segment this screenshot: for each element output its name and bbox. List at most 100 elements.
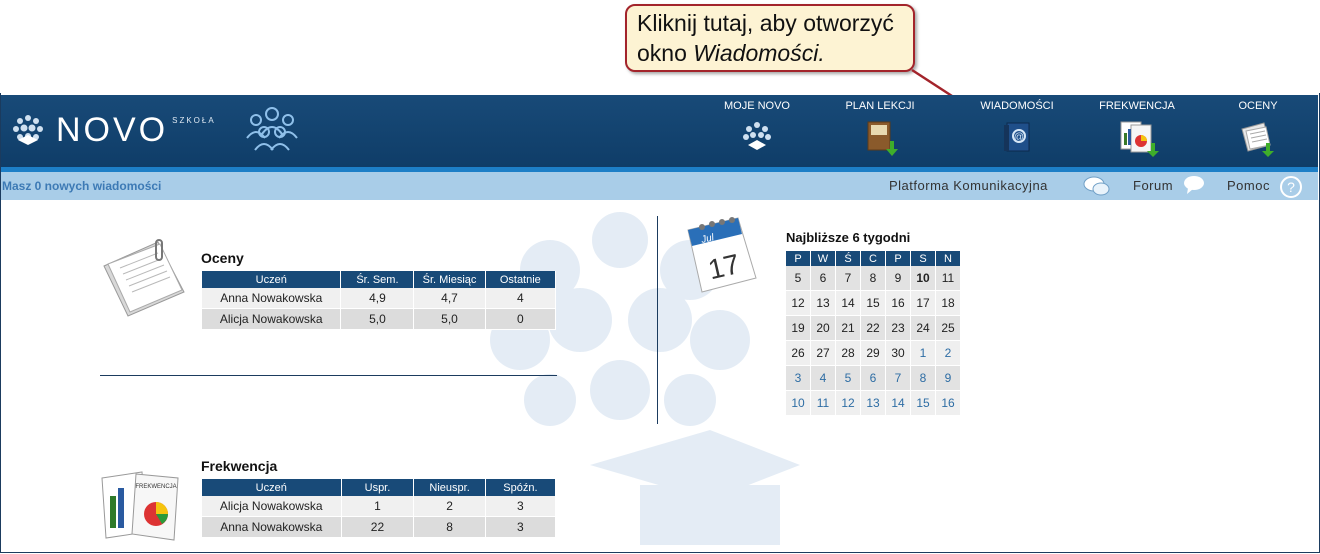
cell: 0 [485,308,557,330]
col-header: Uczeń [202,479,342,496]
calendar-day[interactable]: 23 [885,315,911,341]
grades-documents-icon [1241,122,1274,157]
student-name: Alicja Nowakowska [202,496,342,517]
calendar-day[interactable]: 19 [786,315,811,341]
calendar-title: Najbliższe 6 tygodni [786,230,911,245]
calendar-day[interactable]: 28 [835,340,861,366]
nav-oceny[interactable]: OCENY [1225,97,1291,165]
calendar-day[interactable]: 9 [935,365,961,391]
calendar-day[interactable]: 8 [910,365,936,391]
student-name: Anna Nowakowska [202,516,342,538]
weekday-header: Ś [835,251,861,266]
column-divider [657,216,658,424]
calendar-day[interactable]: 12 [786,290,811,316]
attendance-title: Frekwencja [201,458,278,474]
weekday-header: C [860,251,886,266]
help-icon[interactable]: ? [1279,175,1303,199]
svg-text:FREKWENCJA: FREKWENCJA [135,484,176,490]
help-link[interactable]: Pomoc [1227,178,1270,193]
cell: 1 [341,496,415,517]
table-row[interactable]: Anna Nowakowska 22 8 3 [202,516,557,538]
messages-book-icon: @ [1004,122,1030,152]
calendar-day[interactable]: 9 [885,266,911,291]
tooltip-callout: Kliknij tutaj, aby otworzyć okno Wiadomo… [625,4,915,72]
cell: 5,0 [340,308,415,330]
calendar-day[interactable]: 29 [860,340,886,366]
novo-logo[interactable]: NOVO SZKOŁA [8,110,216,150]
calendar-day[interactable]: 15 [910,390,936,416]
col-header: Śr. Sem. [340,271,415,288]
calendar-week: 19 20 21 22 23 24 25 [786,315,961,341]
calendar-day[interactable]: 14 [835,290,861,316]
svg-text:@: @ [1014,132,1024,143]
calendar-day[interactable]: 5 [835,365,861,391]
col-header: Uspr. [341,479,415,496]
col-header: Ostatnie [485,271,557,288]
calendar-day[interactable]: 1 [910,340,936,366]
calendar-week: 3456789 [786,365,961,391]
nav-frekwencja[interactable]: FREKWENCJA [1098,97,1176,165]
cell: 4,9 [340,288,415,309]
table-row[interactable]: Alicja Nowakowska 1 2 3 [202,496,557,517]
forum-link[interactable]: Forum [1133,178,1173,193]
attendance-chart-icon: FREKWENCJA [101,471,179,541]
table-row[interactable]: Alicja Nowakowska 5,0 5,0 0 [202,308,557,330]
calendar-week: 12 13 14 15 16 17 18 [786,290,961,316]
cell: 22 [341,516,415,538]
calendar-day[interactable]: 26 [786,340,811,366]
calendar-day[interactable]: 12 [835,390,861,416]
calendar-day[interactable]: 16 [885,290,911,316]
calendar-day[interactable]: 25 [935,315,961,341]
calendar-day[interactable]: 10 [910,266,936,291]
col-header: Uczeń [202,271,342,288]
calendar-day[interactable]: 18 [935,290,961,316]
attendance-table: Uczeń Uspr. Nieuspr. Spóźn. Alicja Nowak… [202,479,557,538]
calendar-day[interactable]: 4 [810,365,836,391]
chat-bubbles-icon[interactable] [1082,175,1112,197]
nav-moje-novo[interactable]: MOJE NOVO [722,97,792,165]
calendar-day[interactable]: 30 [885,340,911,366]
grades-documents-icon [103,239,185,317]
calendar-day[interactable]: 6 [860,365,886,391]
calendar-day[interactable]: 21 [835,315,861,341]
calendar-day[interactable]: 16 [935,390,961,416]
calendar-day[interactable]: 7 [885,365,911,391]
calendar-day[interactable]: 13 [810,290,836,316]
nav-wiadomosci[interactable]: WIADOMOŚCI @ [978,97,1056,165]
calendar-day[interactable]: 22 [860,315,886,341]
calendar-day[interactable]: 6 [810,266,836,291]
calendar-day[interactable]: 8 [860,266,886,291]
platform-link[interactable]: Platforma Komunikacyjna [889,178,1048,193]
cell: 3 [485,516,557,538]
attendance-chart-icon [1120,121,1159,157]
calendar-day[interactable]: 7 [835,266,861,291]
cell: 4,7 [413,288,486,309]
calendar-day[interactable]: 20 [810,315,836,341]
calendar-day[interactable]: 10 [786,390,811,416]
nav-plan-lekcji[interactable]: PLAN LEKCJI [843,97,917,165]
calendar-day[interactable]: 2 [935,340,961,366]
svg-text:?: ? [1287,179,1295,195]
calendar-day[interactable]: 13 [860,390,886,416]
calendar-day[interactable]: 27 [810,340,836,366]
schedule-book-icon [867,121,898,156]
calendar-day[interactable]: 5 [786,266,811,291]
nav-label: WIADOMOŚCI [980,100,1054,112]
calendar-day[interactable]: 11 [935,266,961,291]
table-row[interactable]: Anna Nowakowska 4,9 4,7 4 [202,288,557,309]
calendar-day[interactable]: 15 [860,290,886,316]
weekday-header: W [810,251,836,266]
info-bar [1,172,1318,200]
nav-label: OCENY [1238,100,1278,112]
logo-text: NOVO [56,110,169,149]
calendar-day[interactable]: 24 [910,315,936,341]
calendar-icon: Jul 17 [687,217,757,293]
grades-title: Oceny [201,250,244,266]
new-messages-count[interactable]: Masz 0 nowych wiadomości [2,179,161,193]
calendar-day[interactable]: 14 [885,390,911,416]
forum-bubble-icon[interactable] [1183,175,1205,195]
calendar-day[interactable]: 17 [910,290,936,316]
calendar-day[interactable]: 3 [786,365,811,391]
nav-label: FREKWENCJA [1099,100,1175,112]
calendar-day[interactable]: 11 [810,390,836,416]
